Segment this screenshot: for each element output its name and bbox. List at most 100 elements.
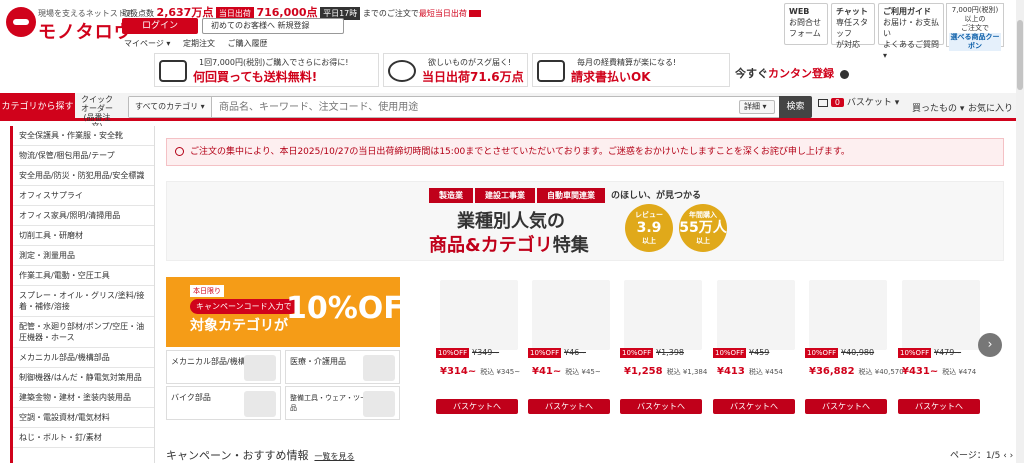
- sidebar-item[interactable]: 作業工具/電動・空圧工具: [13, 266, 154, 286]
- product-image[interactable]: [532, 280, 610, 350]
- favorites-label: お気に入り: [968, 104, 1014, 114]
- scrollbar-thumb[interactable]: [1017, 20, 1023, 90]
- info-icon: [175, 147, 184, 156]
- add-to-cart-button[interactable]: バスケットへ: [805, 399, 887, 414]
- campaign-banner[interactable]: 本日限り キャンペーンコード入力で 対象カテゴリが 10%OFF: [166, 277, 424, 347]
- sidebar-item[interactable]: 安全用品/防災・防犯用品/安全標識: [13, 166, 154, 186]
- view-all-link[interactable]: 一覧を見る: [314, 452, 354, 461]
- page-indicator: ページ：1/5 ‹ ›: [950, 448, 1013, 461]
- category-mechanical[interactable]: メカニカル部品/機構部品: [166, 350, 281, 384]
- search-bar: カテゴリから探す クイック オーダー (品番注文) すべてのカテゴリ ▾ 詳細 …: [0, 93, 1024, 131]
- search-input[interactable]: [215, 97, 735, 117]
- banner-title-red: 商品&カテゴリ: [429, 235, 553, 256]
- add-to-cart-button[interactable]: バスケットへ: [436, 399, 518, 414]
- sidebar-item[interactable]: 測定・測量用品: [13, 246, 154, 266]
- sidebar-item[interactable]: 建築金物・建材・塗装内装用品: [13, 388, 154, 408]
- monotaro-logo-icon[interactable]: [6, 7, 36, 37]
- medal-value: 3.9: [636, 220, 662, 236]
- sidebar-item[interactable]: 安全保護具・作業服・安全靴: [13, 126, 154, 146]
- product-image[interactable]: [809, 280, 887, 350]
- add-to-cart-button[interactable]: バスケットへ: [620, 399, 702, 414]
- category-tools[interactable]: 整備工具・ウェア・ツーリング用品: [285, 386, 400, 420]
- cart-count: 0: [830, 98, 844, 107]
- promo-big: 請求書払いOK: [571, 70, 651, 84]
- discount-badge: 10%OFF: [528, 348, 562, 358]
- brand-logo-text[interactable]: モノタロウ: [38, 18, 133, 44]
- guide-line1: お届け・お支払い: [883, 18, 939, 38]
- industry-chips: 製造業 建設工事業 自動車関連業 のほしい、が見つかる: [429, 188, 701, 203]
- page-scrollbar[interactable]: [1016, 0, 1024, 463]
- sidebar-item[interactable]: 空調・電設資材/電気材料: [13, 408, 154, 428]
- web-line2: フォーム: [789, 29, 821, 38]
- promo-free-shipping[interactable]: 1回7,000円(税別)ご購入でさらにお得に! 何回買っても送料無料!: [154, 53, 379, 87]
- industry-chip: 自動車関連業: [537, 188, 605, 203]
- register-button[interactable]: 初めてのお客様へ 新規登録: [202, 18, 344, 34]
- sidebar-item[interactable]: 制御機器/はんだ・静電気対策用品: [13, 368, 154, 388]
- category-medical[interactable]: 医療・介護用品: [285, 350, 400, 384]
- coupon-line3: 選べる商品クーポン: [949, 33, 1001, 51]
- medal-value: 55万人: [679, 220, 727, 236]
- tax-price: 税込 ¥474: [942, 368, 977, 376]
- order-deadline: までのご注文で: [362, 9, 419, 18]
- bought-items-button[interactable]: 買ったもの ▾: [912, 101, 964, 114]
- cart-button[interactable]: 0 バスケット ▾: [818, 95, 899, 108]
- favorites-button[interactable]: お気に入り ▾: [968, 101, 1020, 114]
- medal-label: レビュー: [635, 211, 663, 219]
- sidebar-item[interactable]: スプレー・オイル・グリス/塗料/接着・補修/溶接: [13, 286, 154, 317]
- section-title-text: キャンペーン・おすすめ情報: [166, 449, 309, 462]
- tax-price: 税込 ¥45~: [565, 368, 601, 376]
- register-now-prefix: 今すぐ: [735, 67, 768, 80]
- web-label: WEB: [789, 7, 810, 16]
- product-image[interactable]: [902, 280, 980, 350]
- purchase-history-link[interactable]: ご購入履歴: [228, 39, 268, 48]
- sidebar-item[interactable]: ねじ・ボルト・釘/素材: [13, 428, 154, 448]
- register-now-link[interactable]: 今すぐカンタン登録: [735, 65, 849, 81]
- mypage-link[interactable]: マイページ ▾: [124, 39, 170, 48]
- add-to-cart-button[interactable]: バスケットへ: [898, 399, 980, 414]
- detail-search-button[interactable]: 詳細 ▾: [739, 100, 775, 114]
- next-icon[interactable]: ›: [1010, 451, 1014, 461]
- sidebar-item[interactable]: 配管・水廻り部材/ポンプ/空圧・油圧機器・ホース: [13, 317, 154, 348]
- original-price: ¥349~: [472, 348, 500, 357]
- industry-feature-banner[interactable]: 製造業 建設工事業 自動車関連業 のほしい、が見つかる 業種別人気の 商品&カテゴリ特…: [166, 181, 1004, 261]
- price-value: ¥413: [717, 366, 745, 377]
- category-sidebar: 安全保護具・作業服・安全靴 物流/保管/梱包用品/テープ 安全用品/防災・防犯用品/…: [10, 126, 155, 463]
- guide-button[interactable]: ご利用ガイド お届け・お支払い よくあるご質問 ▾: [878, 3, 944, 60]
- sidebar-item[interactable]: 物流/保管/梱包用品/テープ: [13, 146, 154, 166]
- category-browse-button[interactable]: カテゴリから探す: [0, 93, 75, 121]
- web-line1: お問合せ: [789, 18, 821, 27]
- promo-small: 毎月の経費精算が楽になる!: [577, 58, 677, 67]
- category-select[interactable]: すべてのカテゴリ ▾: [129, 97, 212, 117]
- web-inquiry-button[interactable]: WEB お問合せ フォーム: [784, 3, 828, 45]
- buyers-medal: 年間購入 55万人 以上: [679, 204, 727, 252]
- original-price: ¥46~: [564, 348, 586, 357]
- product-image[interactable]: [717, 280, 795, 350]
- tax-price: 税込 ¥1,384: [666, 368, 708, 376]
- product-image[interactable]: [624, 280, 702, 350]
- sale-price: ¥431~ 税込 ¥474: [902, 366, 976, 377]
- sidebar-item[interactable]: オフィス家具/照明/清掃用品: [13, 206, 154, 226]
- promo-sameday[interactable]: 欲しいものがスグ届く! 当日出荷71.6万点: [383, 53, 528, 87]
- product-image[interactable]: [440, 280, 518, 350]
- category-bike[interactable]: バイク部品: [166, 386, 281, 420]
- register-now-emph: カンタン登録: [768, 67, 834, 80]
- carousel-next-button[interactable]: ›: [978, 333, 1002, 357]
- prev-icon[interactable]: ‹: [1003, 451, 1007, 461]
- sidebar-item[interactable]: 切削工具・研磨材: [13, 226, 154, 246]
- original-price: ¥459: [749, 348, 770, 357]
- add-to-cart-button[interactable]: バスケットへ: [528, 399, 610, 414]
- campaign-percent: 10%OFF: [286, 291, 425, 326]
- medal-unit: 以上: [696, 237, 710, 245]
- chat-button[interactable]: チャット 専任スタッフ が対応: [831, 3, 875, 49]
- sidebar-item[interactable]: メカニカル部品/機構部品: [13, 348, 154, 368]
- login-button[interactable]: ログイン: [122, 18, 198, 34]
- category-label: バイク部品: [171, 393, 211, 402]
- chat-label: チャット: [836, 7, 868, 16]
- sidebar-item[interactable]: オフィスサプライ: [13, 186, 154, 206]
- coupon-banner[interactable]: 7,000円(税別)以上の ご注文で 選べる商品クーポン: [946, 3, 1004, 51]
- add-to-cart-button[interactable]: バスケットへ: [713, 399, 795, 414]
- promo-invoice[interactable]: 毎月の経費精算が楽になる! 請求書払いOK: [532, 53, 730, 87]
- search-button[interactable]: 検索: [779, 96, 812, 118]
- chevron-down-icon: ▾: [200, 102, 205, 111]
- subscription-link[interactable]: 定期注文: [183, 39, 215, 48]
